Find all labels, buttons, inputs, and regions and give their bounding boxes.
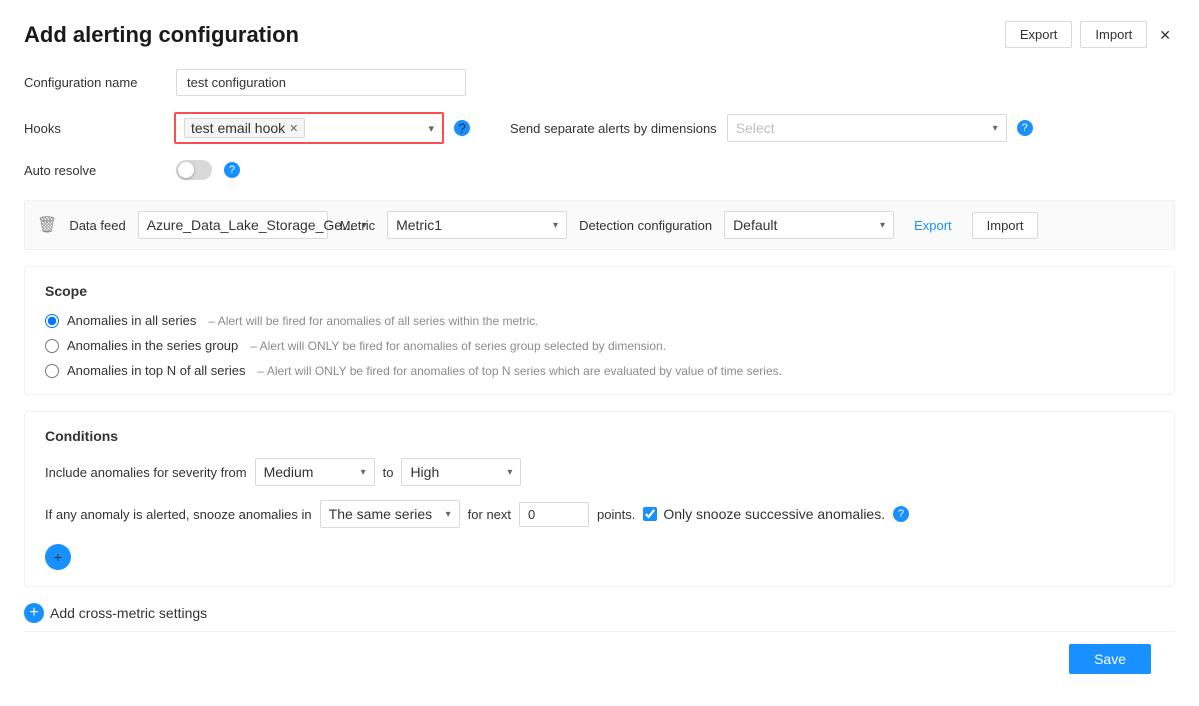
config-name-input[interactable] (176, 69, 466, 96)
scope-option-series-group: Anomalies in the series group – Alert wi… (45, 338, 1154, 353)
add-cross-metric-row[interactable]: + Add cross-metric settings (24, 603, 1175, 623)
send-separate-section: Send separate alerts by dimensions Selec… (510, 114, 1033, 142)
scope-title: Scope (45, 283, 1154, 299)
severity-to-label: to (383, 465, 394, 480)
detection-config-label: Detection configuration (579, 218, 712, 233)
delete-feed-icon[interactable]: 🗑 (37, 215, 57, 235)
footer: Save (24, 631, 1175, 686)
hook-tag-close-icon[interactable]: ✕ (289, 122, 298, 135)
snooze-series-select[interactable]: The same series ▾ (320, 500, 460, 528)
detection-arrow-icon: ▾ (880, 220, 885, 231)
scope-radio-series-group[interactable] (45, 339, 59, 353)
detection-config-select[interactable]: Default ▾ (724, 211, 894, 239)
severity-label: Include anomalies for severity from (45, 465, 247, 480)
add-cross-metric-icon: + (24, 603, 44, 623)
export-button[interactable]: Export (1005, 21, 1073, 48)
scope-desc-series-group: – Alert will ONLY be fired for anomalies… (250, 339, 666, 353)
data-feed-label: Data feed (69, 218, 125, 233)
detection-config-value: Default (733, 217, 777, 233)
header-buttons: Export Import ✕ (1005, 20, 1175, 49)
snooze-for-next-label: for next (468, 507, 511, 522)
page-header: Add alerting configuration Export Import… (24, 20, 1175, 49)
severity-to-arrow-icon: ▾ (507, 467, 512, 478)
hook-tag: test email hook ✕ (184, 118, 305, 138)
scope-label-series-group: Anomalies in the series group (67, 338, 238, 353)
scope-radio-group: Anomalies in all series – Alert will be … (45, 313, 1154, 378)
snooze-help-icon[interactable]: ? (893, 506, 909, 522)
save-button[interactable]: Save (1069, 644, 1151, 674)
hooks-help-text: ? (458, 120, 466, 136)
scope-radio-all-series[interactable] (45, 314, 59, 328)
severity-to-value: High (410, 464, 439, 480)
send-separate-value: Select (736, 120, 775, 136)
detection-export-button[interactable]: Export (906, 213, 960, 238)
auto-resolve-label: Auto resolve (24, 163, 164, 178)
send-separate-label: Send separate alerts by dimensions (510, 121, 717, 136)
add-cross-metric-label: Add cross-metric settings (50, 605, 207, 621)
scope-option-all-series: Anomalies in all series – Alert will be … (45, 313, 1154, 328)
snooze-points-input[interactable] (519, 502, 589, 527)
toggle-knob (178, 162, 194, 178)
only-snooze-text: Only snooze successive anomalies. (663, 506, 885, 522)
send-separate-arrow-icon: ▾ (993, 123, 998, 134)
send-separate-help-icon[interactable]: ? (1017, 120, 1033, 136)
metric-value: Metric1 (396, 217, 442, 233)
only-snooze-label: Only snooze successive anomalies. (643, 506, 885, 522)
scope-desc-all-series: – Alert will be fired for anomalies of a… (208, 314, 538, 328)
metric-arrow-icon: ▾ (553, 220, 558, 231)
page-container: Add alerting configuration Export Import… (0, 0, 1199, 706)
scope-desc-top-n: – Alert will ONLY be fired for anomalies… (257, 364, 781, 378)
scope-radio-top-n[interactable] (45, 364, 59, 378)
hook-tag-label: test email hook (191, 120, 285, 136)
page-title: Add alerting configuration (24, 22, 299, 48)
auto-resolve-toggle[interactable] (176, 160, 212, 180)
metric-label: Metric (340, 218, 375, 233)
hooks-label: Hooks (24, 121, 164, 136)
add-condition-button[interactable]: + (45, 544, 71, 570)
add-condition-container: + (45, 544, 1154, 570)
only-snooze-checkbox[interactable] (643, 507, 657, 521)
scope-option-top-n: Anomalies in top N of all series – Alert… (45, 363, 1154, 378)
snooze-series-value: The same series (329, 506, 432, 522)
conditions-section: Conditions Include anomalies for severit… (24, 411, 1175, 587)
conditions-title: Conditions (45, 428, 1154, 444)
severity-to-select[interactable]: High ▾ (401, 458, 521, 486)
config-name-label: Configuration name (24, 75, 164, 90)
hooks-dropdown-arrow-icon: ▾ (428, 122, 434, 135)
severity-row: Include anomalies for severity from Medi… (45, 458, 1154, 486)
hooks-help-icon[interactable]: ? (454, 120, 470, 136)
snooze-row: If any anomaly is alerted, snooze anomal… (45, 500, 1154, 528)
data-feed-value: Azure_Data_Lake_Storage_Ge... (147, 217, 354, 233)
hooks-send-row: Hooks test email hook ✕ ▾ ? Send separat… (24, 112, 1175, 144)
data-feed-row: 🗑 Data feed Azure_Data_Lake_Storage_Ge..… (24, 200, 1175, 250)
auto-resolve-row: Auto resolve ? (24, 160, 1175, 180)
scope-label-top-n: Anomalies in top N of all series (67, 363, 245, 378)
hooks-select[interactable]: test email hook ✕ ▾ (174, 112, 444, 144)
auto-resolve-help-icon[interactable]: ? (224, 162, 240, 178)
severity-from-value: Medium (264, 464, 314, 480)
hooks-section: Hooks test email hook ✕ ▾ ? (24, 112, 470, 144)
send-separate-select[interactable]: Select ▾ (727, 114, 1007, 142)
import-button[interactable]: Import (1080, 21, 1147, 48)
scope-label-all-series: Anomalies in all series (67, 313, 196, 328)
severity-from-select[interactable]: Medium ▾ (255, 458, 375, 486)
scope-section: Scope Anomalies in all series – Alert wi… (24, 266, 1175, 395)
data-feed-select[interactable]: Azure_Data_Lake_Storage_Ge... ▾ (138, 211, 328, 239)
snooze-points-label: points. (597, 507, 635, 522)
metric-select[interactable]: Metric1 ▾ (387, 211, 567, 239)
severity-from-arrow-icon: ▾ (361, 467, 366, 478)
snooze-series-arrow-icon: ▾ (446, 509, 451, 520)
add-condition-icon: + (54, 550, 62, 564)
hooks-select-inner: test email hook ✕ (184, 118, 428, 138)
snooze-label: If any anomaly is alerted, snooze anomal… (45, 507, 312, 522)
config-name-row: Configuration name (24, 69, 1175, 96)
detection-import-button[interactable]: Import (972, 212, 1039, 239)
close-button[interactable]: ✕ (1155, 20, 1175, 49)
close-icon: ✕ (1159, 27, 1171, 43)
